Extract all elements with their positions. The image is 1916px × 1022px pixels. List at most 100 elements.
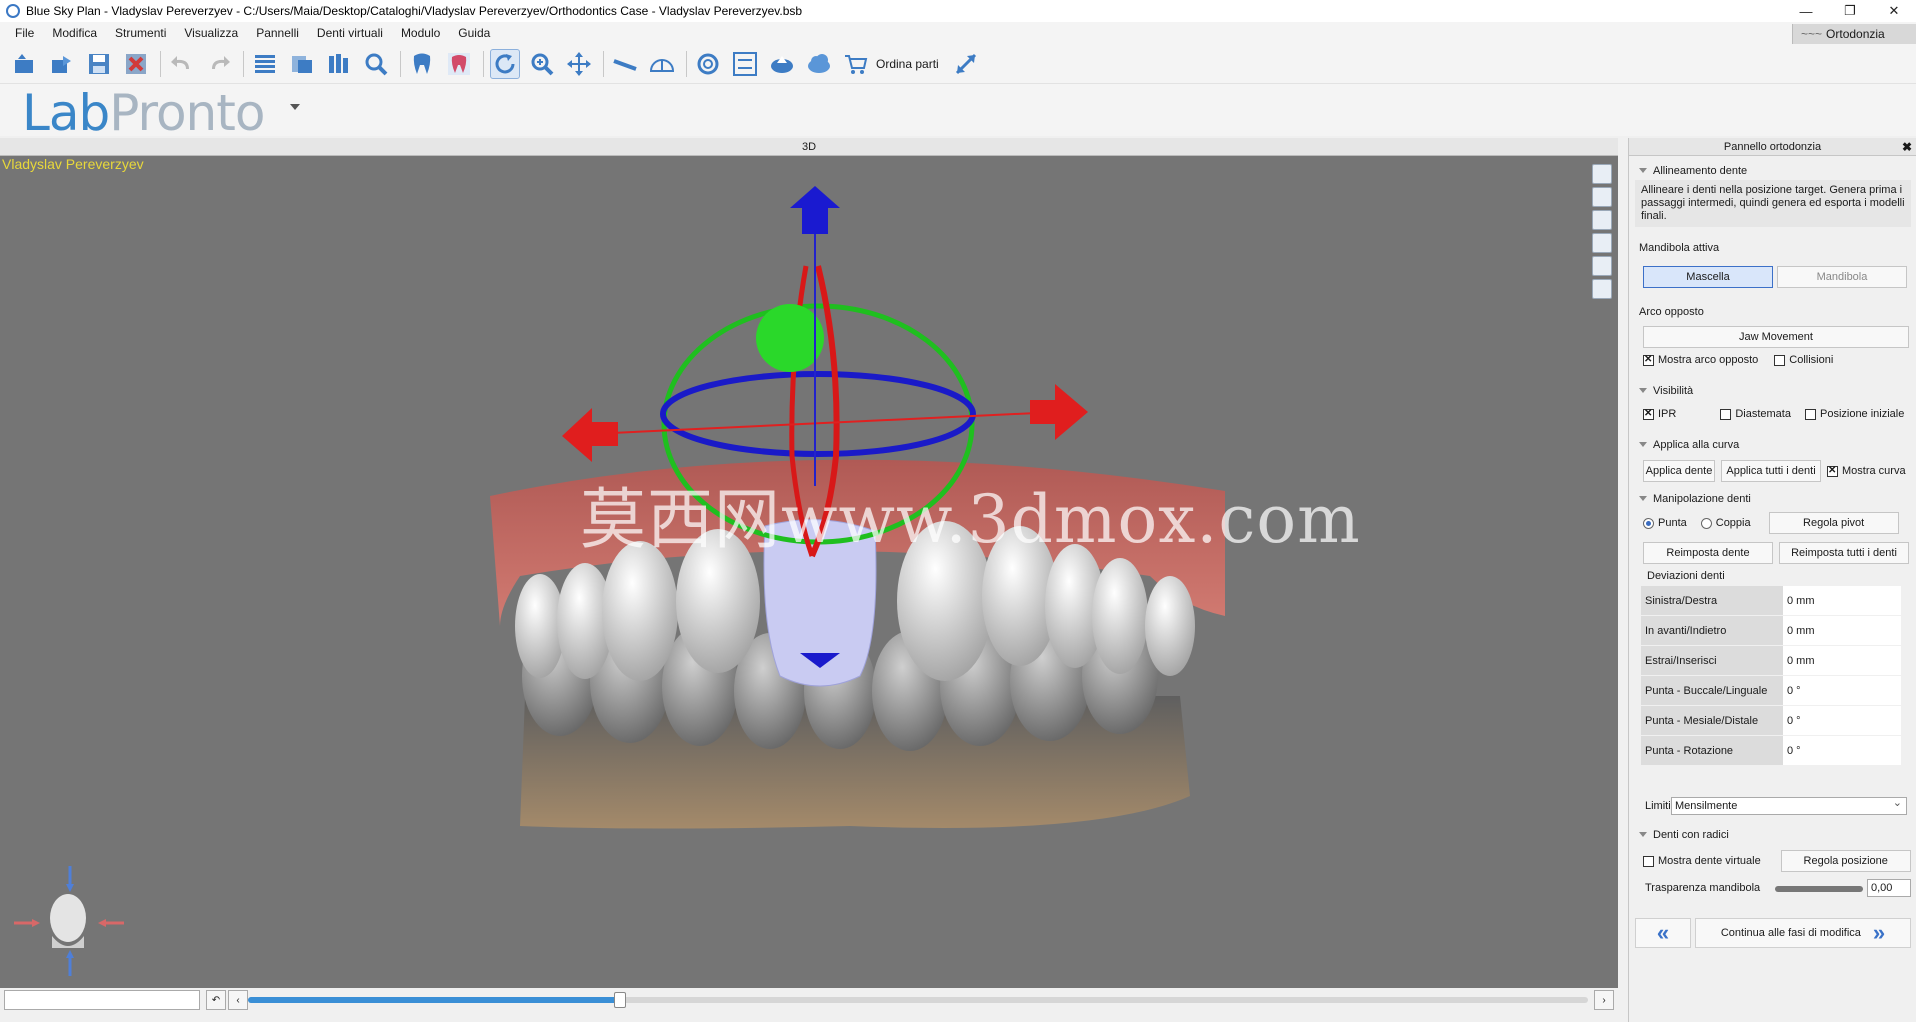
- reset-tooth-button[interactable]: Reimposta dente: [1643, 542, 1773, 564]
- tooth-color-icon[interactable]: [444, 49, 474, 79]
- checkbox-box: [1720, 408, 1732, 420]
- view-screen-icon[interactable]: [1592, 279, 1612, 299]
- upper-jaw-button[interactable]: Mascella: [1643, 266, 1773, 288]
- spiral-icon[interactable]: [693, 49, 723, 79]
- logo-dropdown-icon[interactable]: [290, 104, 300, 110]
- menu-help[interactable]: Guida: [449, 26, 499, 40]
- title-bar: Blue Sky Plan - Vladyslav Pereverzyev - …: [0, 0, 1916, 22]
- export-icon[interactable]: [47, 49, 77, 79]
- mode-selector[interactable]: ~~~ Ortodonzia: [1792, 24, 1916, 44]
- restore-button[interactable]: ❐: [1828, 0, 1872, 22]
- limits-select[interactable]: Mensilmente: [1671, 795, 1907, 815]
- panel-title: Pannello ortodonzia ✖: [1629, 138, 1916, 156]
- initial-position-checkbox[interactable]: Posizione iniziale: [1804, 408, 1905, 420]
- order-parts-label[interactable]: Ordina parti: [876, 57, 939, 71]
- zoom-icon[interactable]: [527, 49, 557, 79]
- main-toolbar: Ordina parti: [0, 44, 1916, 84]
- close-file-icon[interactable]: [121, 49, 151, 79]
- deviation-value[interactable]: 0 mm: [1783, 616, 1901, 645]
- tooth-icon[interactable]: [407, 49, 437, 79]
- menu-edit[interactable]: Modifica: [43, 26, 106, 40]
- deviation-value[interactable]: 0 °: [1783, 736, 1901, 765]
- open-icon[interactable]: [10, 49, 40, 79]
- timeline-progress: [248, 997, 620, 1003]
- show-virtual-tooth-checkbox[interactable]: Mostra dente virtuale: [1643, 855, 1761, 867]
- timeline-next-icon[interactable]: ›: [1594, 990, 1614, 1010]
- cloud-icon[interactable]: [804, 49, 834, 79]
- jaw-transparency-slider[interactable]: [1775, 886, 1863, 892]
- viewport-3d[interactable]: Vladyslav Pereverzyev 莫西网www.3dmox.com: [0, 156, 1618, 988]
- grid-icon[interactable]: [250, 49, 280, 79]
- deviation-value[interactable]: 0 mm: [1783, 586, 1901, 615]
- jaw-transparency-input[interactable]: 0,00: [1867, 879, 1911, 897]
- section-alignment[interactable]: Allineamento dente: [1629, 162, 1916, 180]
- pan-icon[interactable]: [564, 49, 594, 79]
- deviation-key: Estrai/Inserisci: [1641, 646, 1783, 675]
- columns-icon[interactable]: [324, 49, 354, 79]
- menu-view[interactable]: Visualizza: [175, 26, 247, 40]
- section-visibility[interactable]: Visibilità: [1629, 382, 1916, 400]
- menu-virtual-teeth[interactable]: Denti virtuali: [308, 26, 392, 40]
- timeline-bar: ↶ ‹ ›: [0, 988, 1618, 1022]
- section-roots[interactable]: Denti con radici: [1629, 826, 1916, 844]
- rotate-icon[interactable]: [490, 48, 520, 79]
- dental-model-render[interactable]: [0, 156, 1618, 988]
- window-controls: — ❐ ✕: [1784, 0, 1916, 22]
- deviation-value[interactable]: 0 °: [1783, 676, 1901, 705]
- angle-icon[interactable]: [647, 49, 677, 79]
- upload-icon[interactable]: [767, 49, 797, 79]
- lower-jaw-button[interactable]: Mandibola: [1777, 266, 1907, 288]
- section-apply-curve[interactable]: Applica alla curva: [1629, 436, 1916, 454]
- close-panel-icon[interactable]: ✖: [1902, 138, 1912, 156]
- view-grid-icon[interactable]: [1592, 256, 1612, 276]
- align-icon[interactable]: [730, 49, 760, 79]
- previous-step-button[interactable]: «: [1635, 918, 1691, 948]
- apply-all-teeth-button[interactable]: Applica tutti i denti: [1721, 460, 1821, 482]
- apply-tooth-button[interactable]: Applica dente: [1643, 460, 1715, 482]
- timeline-prev-icon[interactable]: ‹: [228, 990, 248, 1010]
- expand-icon[interactable]: [951, 49, 981, 79]
- undo-icon[interactable]: [167, 49, 197, 79]
- timeline-slider[interactable]: [248, 992, 1588, 1008]
- stage-select[interactable]: [4, 990, 200, 1010]
- labpronto-logo[interactable]: LabPronto: [22, 84, 265, 142]
- radio-label: Punta: [1658, 517, 1687, 529]
- section-manipulation[interactable]: Manipolazione denti: [1629, 490, 1916, 508]
- diastema-checkbox[interactable]: Diastemata: [1720, 408, 1791, 420]
- timeline-return-icon[interactable]: ↶: [206, 990, 226, 1010]
- redo-icon[interactable]: [204, 49, 234, 79]
- deviation-value[interactable]: 0 °: [1783, 706, 1901, 735]
- tip-radio[interactable]: Punta: [1643, 517, 1687, 529]
- show-opposite-checkbox[interactable]: Mostra arco opposto: [1643, 354, 1758, 366]
- deviation-value[interactable]: 0 mm: [1783, 646, 1901, 675]
- ipr-checkbox[interactable]: IPR: [1643, 408, 1676, 420]
- adjust-position-button[interactable]: Regola posizione: [1780, 850, 1911, 872]
- timeline-handle[interactable]: [614, 992, 626, 1008]
- layers-icon[interactable]: [287, 49, 317, 79]
- menu-file[interactable]: File: [6, 26, 43, 40]
- search-icon[interactable]: [361, 49, 391, 79]
- adjust-pivot-button[interactable]: Regola pivot: [1768, 512, 1899, 534]
- view-orbit-icon[interactable]: [1592, 187, 1612, 207]
- window-title: Blue Sky Plan - Vladyslav Pereverzyev - …: [26, 4, 803, 18]
- checkbox-box: [1643, 855, 1654, 867]
- checkbox-label: Posizione iniziale: [1819, 408, 1905, 420]
- view-center-icon[interactable]: [1592, 210, 1612, 230]
- close-window-button[interactable]: ✕: [1872, 0, 1916, 22]
- torque-radio[interactable]: Coppia: [1700, 517, 1751, 529]
- collisions-checkbox[interactable]: Collisioni: [1774, 354, 1833, 366]
- jaw-transparency-label: Trasparenza mandibola: [1645, 882, 1761, 894]
- jaw-movement-button[interactable]: Jaw Movement: [1643, 326, 1909, 348]
- menu-panels[interactable]: Pannelli: [247, 26, 308, 40]
- ruler-icon[interactable]: [610, 49, 640, 79]
- menu-tools[interactable]: Strumenti: [106, 26, 175, 40]
- view-reset-icon[interactable]: [1592, 164, 1612, 184]
- menu-module[interactable]: Modulo: [392, 26, 449, 40]
- view-text-icon[interactable]: [1592, 233, 1612, 253]
- save-icon[interactable]: [84, 49, 114, 79]
- cart-icon[interactable]: [841, 49, 871, 79]
- continue-button[interactable]: Continua alle fasi di modifica »: [1695, 918, 1911, 948]
- show-curve-checkbox[interactable]: Mostra curva: [1827, 465, 1906, 477]
- reset-all-teeth-button[interactable]: Reimposta tutti i denti: [1779, 542, 1909, 564]
- minimize-button[interactable]: —: [1784, 0, 1828, 22]
